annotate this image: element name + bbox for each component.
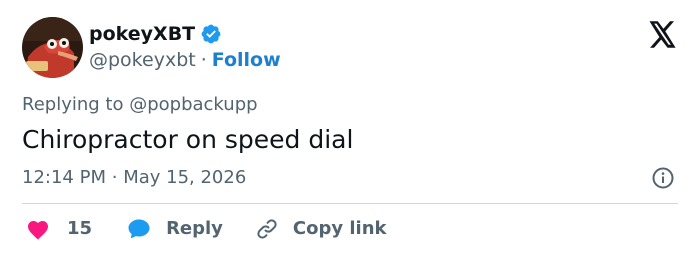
- timestamp-separator: ·: [111, 167, 118, 188]
- replying-to: Replying to @popbackupp: [22, 93, 258, 117]
- verified-badge-icon: [200, 23, 222, 45]
- tweet-text: Chiropractor on speed dial: [22, 125, 354, 154]
- heart-icon: [26, 218, 50, 240]
- name-row: pokeyXBT: [89, 21, 281, 47]
- separator-dot: ·: [200, 49, 207, 71]
- like-count: 15: [67, 218, 93, 239]
- tweet-timestamp[interactable]: 12:14 PM · May 15, 2026: [22, 165, 246, 191]
- tweet-time: 12:14 PM: [22, 167, 106, 188]
- avatar[interactable]: [22, 17, 83, 78]
- handle[interactable]: @pokeyxbt: [89, 47, 196, 73]
- handle-row: @pokeyxbt · Follow: [89, 47, 281, 73]
- replying-mention[interactable]: @popbackupp: [129, 94, 257, 115]
- copy-link-button[interactable]: Copy link: [255, 216, 387, 242]
- reply-button[interactable]: Reply: [127, 216, 223, 242]
- copy-link-label: Copy link: [292, 218, 387, 239]
- author-block: pokeyXBT @pokeyxbt · Follow: [89, 21, 281, 73]
- link-icon: [255, 217, 279, 241]
- tweet-date: May 15, 2026: [123, 167, 247, 188]
- action-bar: 15 Reply Copy link: [26, 216, 387, 242]
- display-name[interactable]: pokeyXBT: [89, 21, 195, 47]
- tweet-card: pokeyXBT @pokeyxbt · Follow Replying to …: [0, 0, 700, 256]
- info-icon[interactable]: [651, 166, 675, 190]
- follow-button[interactable]: Follow: [212, 47, 281, 73]
- speech-bubble-icon: [127, 218, 151, 240]
- reply-label: Reply: [166, 218, 223, 239]
- replying-prefix: Replying to: [22, 94, 124, 115]
- like-button[interactable]: 15: [26, 216, 92, 242]
- x-logo-icon[interactable]: [648, 21, 677, 48]
- divider: [22, 203, 678, 204]
